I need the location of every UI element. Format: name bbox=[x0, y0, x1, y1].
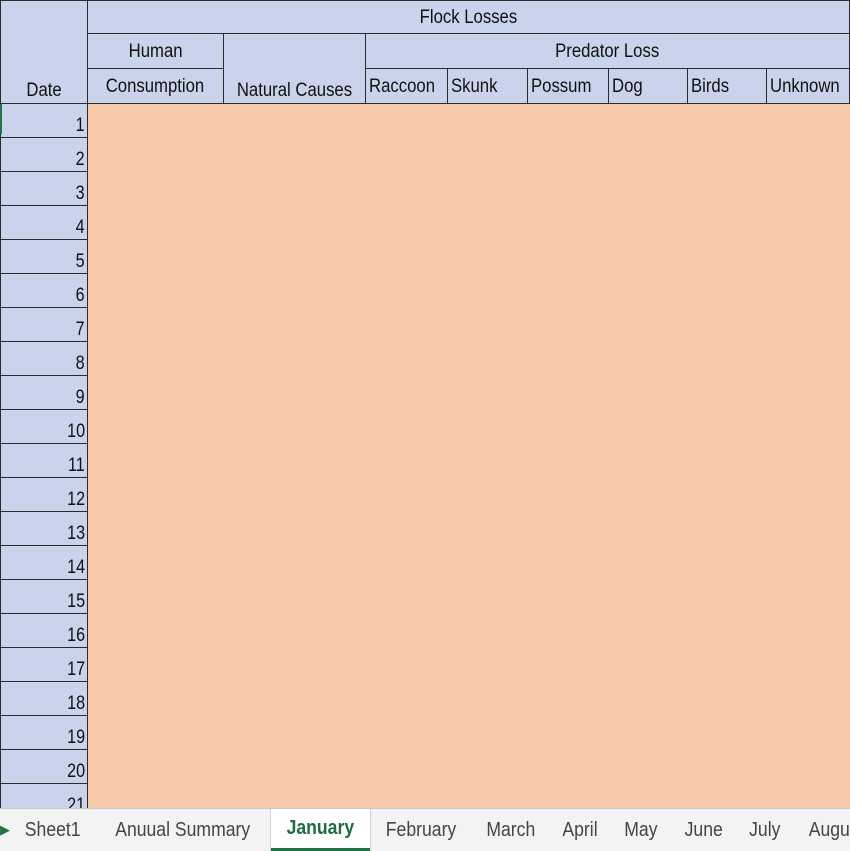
date-cell[interactable]: 1 bbox=[0, 103, 88, 138]
date-cell[interactable]: 15 bbox=[0, 579, 88, 614]
spreadsheet-grid: Date Flock Losses Human Natural Causes P… bbox=[0, 0, 850, 808]
date-value: 13 bbox=[66, 523, 85, 544]
tab-july[interactable]: July bbox=[736, 809, 794, 851]
date-value: 15 bbox=[66, 591, 85, 612]
date-value: 16 bbox=[66, 625, 85, 646]
unknown-header: Unknown bbox=[769, 75, 840, 97]
date-cell[interactable]: 5 bbox=[0, 239, 88, 274]
predator-loss-header-cell[interactable]: Predator Loss bbox=[365, 33, 850, 69]
date-cell[interactable]: 2 bbox=[0, 137, 88, 172]
date-cell[interactable]: 4 bbox=[0, 205, 88, 240]
date-value: 12 bbox=[66, 489, 85, 510]
tab-may[interactable]: May bbox=[611, 809, 671, 851]
raccoon-header: Raccoon bbox=[369, 75, 436, 97]
tab-january[interactable]: January bbox=[270, 809, 370, 851]
tab-february[interactable]: February bbox=[370, 809, 472, 851]
date-value: 7 bbox=[75, 319, 85, 340]
tab-june[interactable]: June bbox=[671, 809, 736, 851]
human-consumption-header-line1: Human bbox=[128, 40, 183, 62]
date-cell[interactable]: 16 bbox=[0, 613, 88, 648]
tab-sheet1[interactable]: Sheet1 bbox=[10, 809, 95, 851]
date-cell[interactable]: 18 bbox=[0, 681, 88, 716]
date-value: 20 bbox=[66, 761, 85, 782]
date-value: 21 bbox=[66, 795, 85, 808]
date-cell[interactable]: 3 bbox=[0, 171, 88, 206]
date-cell[interactable]: 6 bbox=[0, 273, 88, 308]
skunk-header: Skunk bbox=[450, 75, 498, 97]
play-right-icon: ▶ bbox=[0, 822, 10, 837]
date-cell[interactable]: 21 bbox=[0, 783, 88, 808]
tab-august[interactable]: August bbox=[794, 809, 850, 851]
date-value: 1 bbox=[75, 115, 85, 136]
raccoon-header-cell[interactable]: Raccoon bbox=[365, 68, 448, 104]
active-cell-marker bbox=[0, 104, 2, 134]
date-cell[interactable]: 17 bbox=[0, 647, 88, 682]
possum-header: Possum bbox=[530, 75, 592, 97]
date-value: 11 bbox=[68, 455, 85, 476]
date-cell[interactable]: 14 bbox=[0, 545, 88, 580]
date-header-cell[interactable]: Date bbox=[0, 0, 88, 104]
birds-header-cell[interactable]: Birds bbox=[686, 68, 767, 104]
date-value: 17 bbox=[66, 659, 85, 680]
date-value: 6 bbox=[75, 285, 85, 306]
date-value: 8 bbox=[75, 353, 85, 374]
human-consumption-header-top-cell[interactable]: Human bbox=[86, 33, 224, 69]
date-header: Date bbox=[26, 80, 62, 101]
tab-annual-summary[interactable]: Anuual Summary bbox=[95, 809, 270, 851]
table-row: 1 bbox=[0, 103, 850, 808]
date-cell[interactable]: 10 bbox=[0, 409, 88, 444]
predator-loss-header: Predator Loss bbox=[555, 40, 660, 62]
birds-header: Birds bbox=[690, 75, 729, 97]
tab-march[interactable]: March bbox=[472, 809, 550, 851]
data-entry-area[interactable] bbox=[87, 103, 850, 808]
date-cell[interactable]: 9 bbox=[0, 375, 88, 410]
date-value: 14 bbox=[66, 557, 85, 578]
date-value: 2 bbox=[75, 149, 85, 170]
possum-header-cell[interactable]: Possum bbox=[526, 68, 610, 104]
human-consumption-header-bottom-cell[interactable]: Consumption bbox=[86, 68, 224, 104]
skunk-header-cell[interactable]: Skunk bbox=[446, 68, 528, 104]
date-value: 4 bbox=[75, 217, 85, 238]
unknown-header-cell[interactable]: Unknown bbox=[765, 68, 850, 104]
tab-april[interactable]: April bbox=[549, 809, 611, 851]
flock-losses-header-cell[interactable]: Flock Losses bbox=[86, 0, 850, 34]
natural-causes-header-cell[interactable]: Natural Causes bbox=[222, 33, 367, 104]
natural-causes-header: Natural Causes bbox=[236, 80, 353, 101]
date-cell[interactable]: 20 bbox=[0, 749, 88, 784]
date-value: 9 bbox=[75, 387, 85, 408]
flock-losses-header: Flock Losses bbox=[419, 6, 518, 28]
date-value: 19 bbox=[66, 727, 85, 748]
flock-losses-table: Date Flock Losses Human Natural Causes P… bbox=[0, 0, 850, 808]
date-value: 18 bbox=[66, 693, 85, 714]
date-cell[interactable]: 11 bbox=[0, 443, 88, 478]
dog-header-cell[interactable]: Dog bbox=[608, 68, 688, 104]
date-cell[interactable]: 7 bbox=[0, 307, 88, 342]
date-value: 10 bbox=[66, 421, 85, 442]
human-consumption-header-line2: Consumption bbox=[106, 75, 205, 97]
date-value: 3 bbox=[75, 183, 85, 204]
sheet-tab-bar: ▶ Sheet1 Anuual Summary January February… bbox=[0, 808, 850, 851]
date-cell[interactable]: 19 bbox=[0, 715, 88, 750]
date-cell[interactable]: 12 bbox=[0, 477, 88, 512]
date-cell[interactable]: 13 bbox=[0, 511, 88, 546]
date-cell[interactable]: 8 bbox=[0, 341, 88, 376]
date-value: 5 bbox=[75, 251, 85, 272]
dog-header: Dog bbox=[612, 75, 643, 97]
sheet-scroll-button[interactable]: ▶ bbox=[0, 809, 10, 851]
